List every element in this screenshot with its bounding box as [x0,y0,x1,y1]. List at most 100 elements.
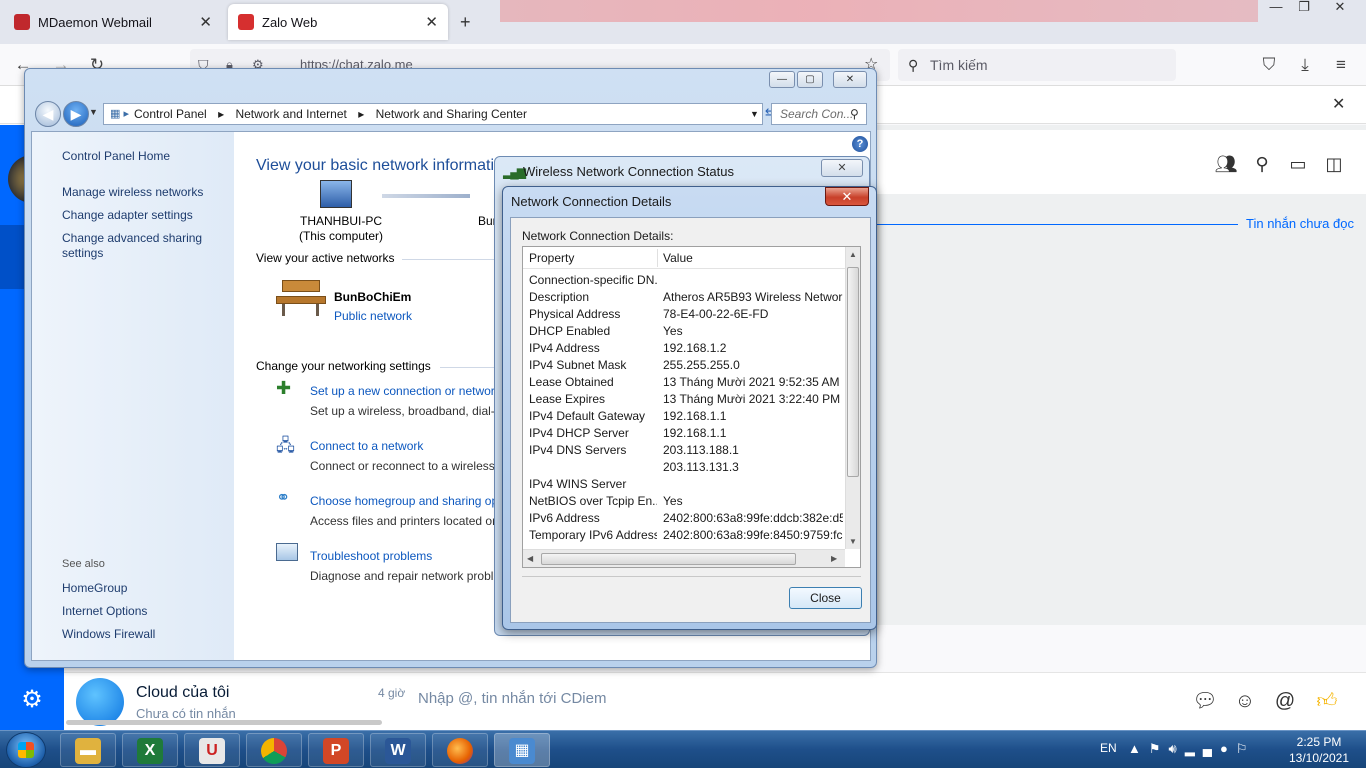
volume-icon[interactable]: 🔊︎ [1169,741,1185,756]
connect-network-link[interactable]: Connect to a network [310,439,423,453]
table-row[interactable]: DHCP Enabled Yes [523,324,845,341]
quick-message-icon[interactable]: 💬︎ [1192,688,1218,714]
horizontal-scrollbar[interactable]: ◀ ▶ [523,549,845,567]
table-row[interactable]: Description Atheros AR5B93 Wireless Netwo… [523,290,845,307]
tab-mdaemon[interactable]: MDaemon Webmail ✕ [4,4,222,40]
taskbar-excel[interactable]: X [122,733,178,767]
minimize-icon[interactable]: — [769,71,795,88]
clock-time[interactable]: 2:25 PM [1282,735,1356,749]
language-indicator[interactable]: EN [1100,741,1117,755]
video-call-icon[interactable]: ▭ [1286,152,1310,176]
forward-button[interactable]: ▶ [63,101,89,127]
show-hidden-icons-icon[interactable]: ▲ [1128,741,1149,756]
tab-zalo[interactable]: Zalo Web ✕ [228,4,448,40]
sidebar-item-adapter-settings[interactable]: Change adapter settings [62,208,193,222]
sidebar-item-windows-firewall[interactable]: Windows Firewall [62,627,155,641]
close-icon[interactable]: ✕ [825,187,869,206]
scroll-thumb[interactable] [847,267,859,477]
help-icon[interactable]: ? [852,136,868,152]
scroll-thumb[interactable] [541,553,796,565]
taskbar-explorer[interactable]: ▬ [60,733,116,767]
emoji-icon[interactable]: ☺ [1232,688,1258,714]
conversation-title[interactable]: Cloud của tôi [136,684,229,702]
pocket-icon[interactable]: ⛉ [1258,54,1280,76]
taskbar-powerpoint[interactable]: P [308,733,364,767]
conversation-list-scrollbar[interactable] [66,720,382,725]
network-type-link[interactable]: Public network [334,309,412,323]
maximize-window-icon[interactable]: ❐ [1290,0,1318,16]
scroll-down-icon[interactable]: ▼ [849,537,857,546]
message-input[interactable]: Nhập @, tin nhắn tới CDiem [418,690,606,707]
scroll-up-icon[interactable]: ▲ [849,250,857,259]
table-row[interactable]: IPv6 Address 2402:800:63a8:99fe:ddcb:382e… [523,511,845,528]
start-button[interactable] [6,732,46,768]
breadcrumb-item[interactable]: Network and Internet [235,107,346,121]
close-tab-icon[interactable]: ✕ [425,13,438,31]
avast-icon[interactable]: ● [1220,741,1236,756]
add-member-icon[interactable]: 👥︎ [1214,152,1238,176]
table-row[interactable]: Connection-specific DN... [523,273,845,290]
recent-pages-icon[interactable]: ▼ [89,107,98,117]
table-row[interactable]: IPv4 WINS Server [523,477,845,494]
maximize-icon[interactable]: ▢ [797,71,823,88]
cloud-avatar[interactable] [76,678,124,726]
table-row[interactable]: Physical Address 78-E4-00-22-6E-FD [523,307,845,324]
breadcrumb-separator-icon[interactable]: ▸ [218,107,224,121]
breadcrumb-separator-icon[interactable]: ▸ [358,107,364,121]
table-row[interactable]: IPv4 DHCP Server 192.168.1.1 [523,426,845,443]
column-divider[interactable] [657,249,658,267]
close-icon[interactable]: ✕ [821,159,863,177]
new-tab-button[interactable]: + [460,12,471,33]
sidebar-item-home[interactable]: Control Panel Home [62,149,170,163]
table-row[interactable]: IPv4 Subnet Mask 255.255.255.0 [523,358,845,375]
sidebar-item-internet-options[interactable]: Internet Options [62,604,147,618]
wifi-signal-icon[interactable]: ▂▄ [1185,741,1220,756]
back-button[interactable]: ◀ [35,101,61,127]
troubleshoot-link[interactable]: Troubleshoot problems [310,549,432,563]
close-notification-icon[interactable]: ✕ [1332,94,1345,114]
homegroup-link[interactable]: Choose homegroup and sharing op [310,494,498,508]
close-window-icon[interactable]: ✕ [1326,0,1354,16]
column-property[interactable]: Property [529,251,574,265]
search-icon[interactable]: ⚲ [850,104,859,124]
table-row[interactable]: IPv4 Default Gateway 192.168.1.1 [523,409,845,426]
sidebar-item-homegroup[interactable]: HomeGroup [62,581,127,595]
dropdown-arrow-icon[interactable]: ▼ [750,104,759,124]
close-icon[interactable]: ✕ [833,71,867,88]
settings-gear-icon[interactable]: ⚙ [18,686,46,714]
table-row[interactable]: Lease Obtained 13 Tháng Mười 2021 9:52:35… [523,375,845,392]
sidebar-toggle-icon[interactable]: ◫ [1322,152,1346,176]
table-row[interactable]: Lease Expires 13 Tháng Mười 2021 3:22:40 … [523,392,845,409]
menu-icon[interactable]: ≡ [1330,54,1352,76]
taskbar-control-panel[interactable]: ▦ [494,733,550,767]
table-row[interactable]: Temporary IPv6 Address 2402:800:63a8:99fe… [523,528,845,545]
scroll-right-icon[interactable]: ▶ [831,554,837,563]
table-row[interactable]: 203.113.131.3 [523,460,845,477]
minimize-window-icon[interactable]: — [1262,0,1290,16]
column-value[interactable]: Value [663,251,693,265]
control-panel-search-input[interactable]: Search Con... ⚲ [771,103,867,125]
mention-icon[interactable]: @ [1272,688,1298,714]
breadcrumb-item[interactable]: Network and Sharing Center [376,107,527,121]
table-row[interactable]: IPv4 DNS Servers 203.113.188.1 [523,443,845,460]
sidebar-item-advanced-sharing[interactable]: Change advanced sharing settings [62,231,212,261]
taskbar-word[interactable]: W [370,733,426,767]
network-alert-icon[interactable]: ⚐ [1236,741,1256,756]
table-row[interactable]: IPv4 Address 192.168.1.2 [523,341,845,358]
action-center-flag-icon[interactable]: ⚑ [1149,741,1169,756]
close-button[interactable]: Close [789,587,862,609]
taskbar-firefox[interactable] [432,733,488,767]
search-icon[interactable]: ⚲ [1250,152,1274,176]
search-input[interactable]: ⚲ Tìm kiếm [898,49,1176,81]
downloads-icon[interactable]: ⤓ [1294,54,1316,76]
table-row[interactable]: NetBIOS over Tcpip En... Yes [523,494,845,511]
clock-date[interactable]: 13/10/2021 [1282,751,1356,765]
sidebar-item-manage-wireless[interactable]: Manage wireless networks [62,185,203,199]
unread-label[interactable]: Tin nhắn chưa đọc [1246,216,1354,231]
breadcrumb[interactable]: ▦ ▸ Control Panel ▸ Network and Internet… [103,103,763,125]
setup-connection-link[interactable]: Set up a new connection or networ [310,384,495,398]
taskbar-unikey[interactable]: U [184,733,240,767]
breadcrumb-item[interactable]: Control Panel [134,107,207,121]
close-tab-icon[interactable]: ✕ [199,13,212,31]
details-list[interactable]: Property Value Connection-specific DN...… [522,246,861,568]
